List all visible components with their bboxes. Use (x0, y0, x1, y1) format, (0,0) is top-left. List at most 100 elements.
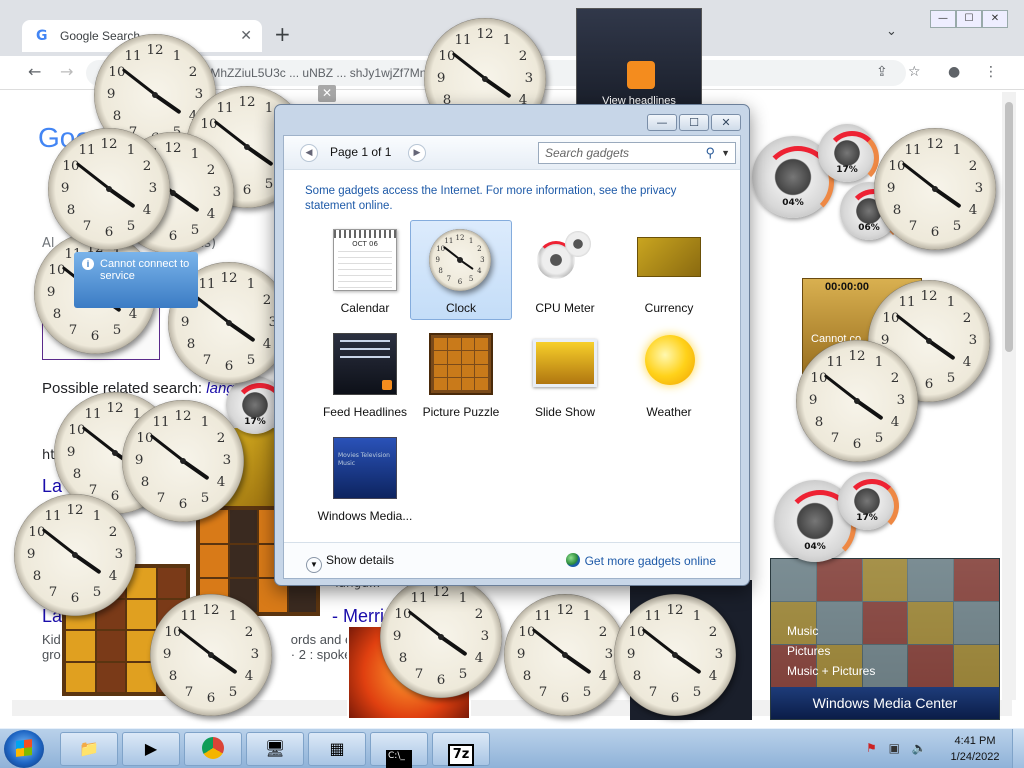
clock-numeral: 11 (898, 294, 916, 310)
search-icon[interactable]: ⚲ (705, 143, 715, 163)
clock-numeral: 3 (524, 71, 534, 86)
cpu-meter-gauge-small[interactable]: 17% (818, 124, 880, 186)
next-page-icon[interactable]: ▶ (408, 144, 426, 162)
gadget-weather[interactable]: Weather (618, 324, 720, 424)
taskbar-clock[interactable]: 4:41 PM 1/24/2022 (940, 733, 1010, 765)
clock-gadget[interactable]: 121234567891011 (796, 340, 918, 462)
clock-gadget[interactable]: 121234567891011 (874, 128, 996, 250)
action-center-flag-icon[interactable]: ⚑ (866, 741, 877, 755)
clock-numeral: 5 (190, 223, 200, 239)
clock-numeral: 5 (692, 685, 702, 701)
taskbar-cmd[interactable]: C:\_ (370, 732, 428, 768)
taskbar-network[interactable]: 🖥 (246, 732, 304, 766)
clock-numeral: 9 (46, 285, 56, 300)
clock-gadget[interactable]: 121234567891011 (48, 128, 170, 250)
forward-arrow-icon[interactable]: → (60, 62, 73, 81)
calendar-icon: OCT 06 (333, 229, 397, 291)
privacy-notice-link[interactable]: Some gadgets access the Internet. For mo… (305, 184, 725, 214)
clock-numeral: 11 (180, 608, 198, 624)
start-button[interactable] (4, 730, 44, 768)
gallery-close-button[interactable]: ✕ (711, 114, 741, 131)
chrome-icon (202, 737, 224, 759)
show-desktop-button[interactable] (1012, 729, 1024, 768)
taskbar-media-player[interactable]: ▶ (122, 732, 180, 766)
gadget-slide-show[interactable]: Slide Show (514, 324, 616, 424)
clock-hub (226, 320, 232, 326)
cpu-meter-gauge-small-3[interactable]: 17% (838, 472, 900, 534)
gallery-maximize-button[interactable]: ☐ (679, 114, 709, 131)
clock-hour-hand (245, 145, 274, 167)
feed-headlines-gadget[interactable]: View headlines (576, 8, 702, 108)
clock-gadget[interactable]: 121234567891011 (614, 594, 736, 716)
menu-pictures[interactable]: Pictures (787, 641, 875, 661)
taskbar-chrome[interactable] (184, 732, 242, 766)
bookmark-star-icon[interactable]: ☆ (908, 64, 921, 80)
clock-preview[interactable]: 12 1 2 3 4 5 6 7 8 9 10 11 (429, 229, 491, 291)
gadget-cpu-meter[interactable]: CPU Meter (514, 220, 616, 320)
clock-numeral: 12 (476, 27, 494, 43)
taskbar-explorer[interactable]: 📁 (60, 732, 118, 766)
profile-icon[interactable]: ● (948, 64, 960, 80)
new-tab-button[interactable]: + (274, 22, 291, 46)
gadget-feed-headlines[interactable]: Feed Headlines (314, 324, 416, 424)
clock-numeral: 8 (892, 202, 902, 218)
show-details-button[interactable]: ▼ Show details (306, 553, 394, 573)
clock-hour-hand (483, 77, 512, 99)
slide-show-icon (533, 339, 597, 387)
clock-numeral: 3 (968, 333, 978, 348)
search-gadgets-input[interactable]: Search gadgets ⚲ ▼ (538, 142, 736, 164)
volume-icon[interactable]: 🔈 (912, 741, 927, 755)
clock-hub (208, 652, 214, 658)
clock-gadget[interactable]: 121234567891011 (122, 400, 244, 522)
maximize-button[interactable]: ☐ (956, 10, 982, 28)
clock-hub (170, 190, 176, 196)
clock-numeral: 5 (582, 685, 592, 701)
tab-search-chevron-icon[interactable]: ⌄ (886, 24, 897, 39)
close-button[interactable]: ✕ (982, 10, 1008, 28)
clock-hub (180, 458, 186, 464)
clock-numeral: 3 (896, 393, 906, 408)
clock-numeral: 6 (242, 182, 252, 198)
gadget-picture-puzzle[interactable]: Picture Puzzle (410, 324, 512, 424)
gadget-calendar[interactable]: OCT 06 Calendar (314, 220, 416, 320)
menu-kebab-icon[interactable]: ⋮ (984, 64, 998, 80)
clock-gadget[interactable]: 121234567891011 (504, 594, 626, 716)
clock-numeral: 9 (180, 315, 190, 330)
media-center-title: Windows Media Center (771, 687, 999, 719)
taskbar: 📁 ▶ 🖥 ▦ C:\_ 7z ⚑ ▣ 🔈 4:41 PM 1/24/2022 (0, 728, 1024, 768)
gallery-minimize-button[interactable]: — (647, 114, 677, 131)
menu-music[interactable]: Music (787, 621, 875, 641)
search-dropdown-icon[interactable]: ▼ (721, 143, 730, 163)
folder-icon: 📁 (79, 739, 99, 758)
gadget-currency[interactable]: Currency (618, 220, 720, 320)
menu-music-pictures[interactable]: Music + Pictures (787, 661, 875, 681)
clock-numeral: 6 (436, 672, 446, 688)
clock-gadget[interactable]: 121234567891011 (150, 594, 272, 716)
clock-numeral: 9 (626, 647, 636, 662)
clock-numeral: 6 (924, 376, 934, 392)
minimize-button[interactable]: — (930, 10, 956, 28)
share-icon[interactable]: ⇪ (876, 64, 888, 80)
clock-gadget[interactable]: 121234567891011 (14, 494, 136, 616)
network-icon[interactable]: ▣ (889, 741, 900, 755)
get-more-gadgets-link[interactable]: Get more gadgets online (565, 553, 716, 568)
gadget-windows-media-center[interactable]: Movies Television Music Windows Media... (314, 428, 416, 528)
windows-media-center-gadget[interactable]: Music Pictures Music + Pictures Windows … (770, 558, 1000, 720)
clock-numeral: 2 (142, 159, 152, 175)
taskbar-gadgets[interactable]: ▦ (308, 732, 366, 766)
feed-headlines-icon (333, 333, 397, 395)
computer-icon: 🖥 (264, 739, 286, 758)
window-controls: — ☐ ✕ (930, 10, 1008, 28)
taskbar-7zip[interactable]: 7z (432, 732, 490, 766)
clock-gadget[interactable]: 121234567891011 (380, 576, 502, 698)
gadget-close-icon[interactable]: ✕ (318, 85, 336, 102)
gadget-clock[interactable]: 12 1 2 3 4 5 6 7 8 9 10 11 Clock (410, 220, 512, 320)
clock-hour-hand (107, 187, 136, 209)
clock-numeral: 3 (114, 547, 124, 562)
clock-numeral: 12 (106, 401, 124, 417)
previous-page-icon[interactable]: ◀ (300, 144, 318, 162)
close-tab-icon[interactable]: ✕ (240, 28, 252, 44)
clock-hub (106, 186, 112, 192)
vertical-scrollbar[interactable] (1002, 92, 1016, 700)
back-arrow-icon[interactable]: ← (28, 62, 41, 81)
